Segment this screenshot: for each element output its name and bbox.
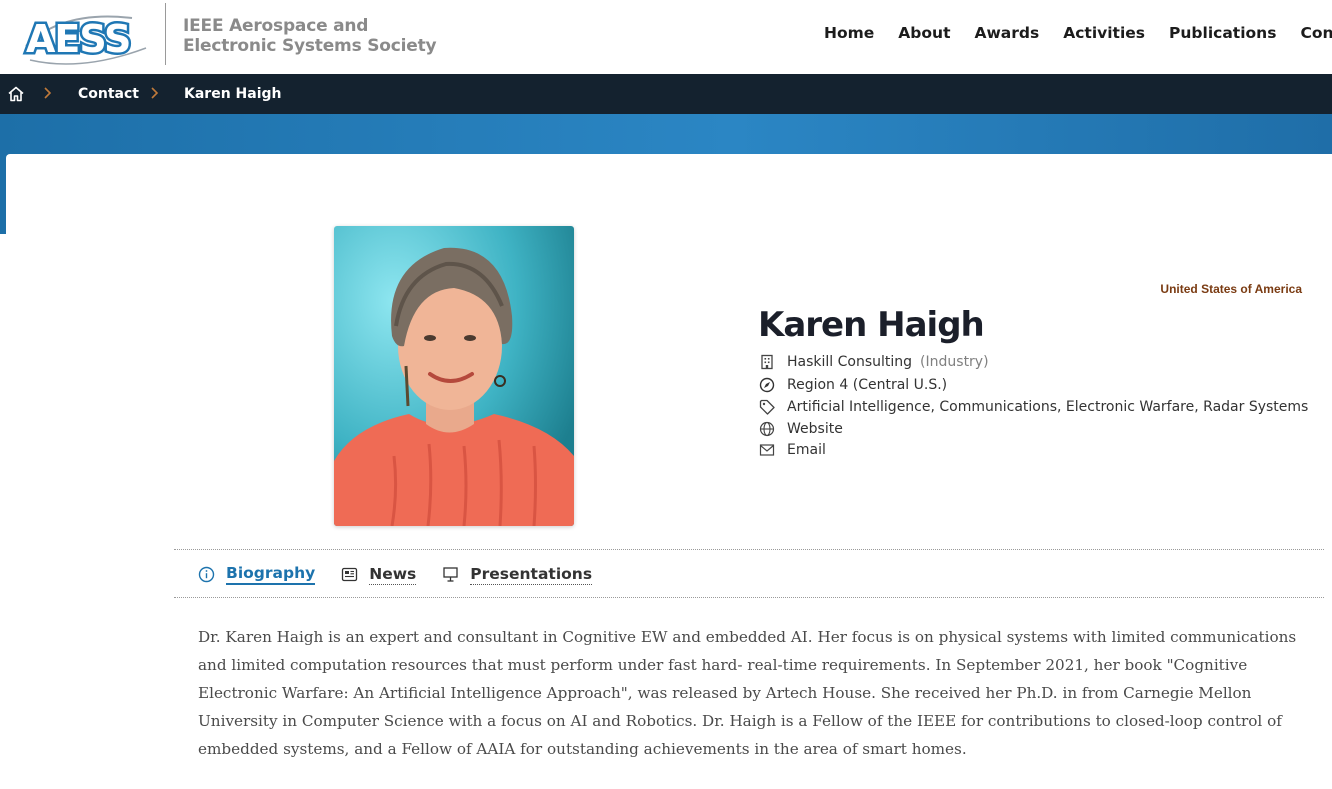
tab-biography[interactable]: Biography xyxy=(198,563,316,585)
region-row: Region 4 (Central U.S.) xyxy=(758,375,947,395)
nav-publications[interactable]: Publications xyxy=(1169,24,1276,42)
nav-activities[interactable]: Activities xyxy=(1063,24,1145,42)
presentation-icon xyxy=(442,565,460,583)
nav-awards[interactable]: Awards xyxy=(974,24,1039,42)
site-header: AESS AESS IEEE Aerospace and Electronic … xyxy=(0,0,1332,74)
website-link[interactable]: Website xyxy=(787,421,843,437)
tab-news-label: News xyxy=(369,564,417,585)
society-line-2: Electronic Systems Society xyxy=(183,36,437,56)
aess-logo[interactable]: AESS AESS xyxy=(22,8,154,68)
tab-presentations-label: Presentations xyxy=(470,564,593,585)
website-row: Website xyxy=(758,419,843,439)
profile-tabs: Biography News Presentations xyxy=(198,563,618,585)
logo-divider xyxy=(165,3,166,65)
tab-biography-label: Biography xyxy=(226,563,316,585)
email-row: Email xyxy=(758,440,826,460)
company-type: (Industry) xyxy=(920,354,989,370)
chevron-right-icon xyxy=(42,84,54,102)
topics-label: Artificial Intelligence, Communications,… xyxy=(787,399,1309,415)
company-row: Haskill Consulting (Industry) xyxy=(758,352,989,372)
home-icon[interactable] xyxy=(7,85,25,103)
tab-news[interactable]: News xyxy=(341,563,417,585)
main-nav: Home About Awards Activities Publication… xyxy=(824,24,1332,42)
society-name[interactable]: IEEE Aerospace and Electronic Systems So… xyxy=(183,16,443,56)
info-icon xyxy=(198,565,216,583)
compass-icon xyxy=(758,377,776,393)
globe-icon xyxy=(758,421,776,437)
breadcrumb: Contact Karen Haigh xyxy=(0,74,1332,114)
nav-about[interactable]: About xyxy=(898,24,950,42)
topics-row: Artificial Intelligence, Communications,… xyxy=(758,397,1308,417)
biography-text: Dr. Karen Haigh is an expert and consult… xyxy=(198,628,1297,758)
tab-presentations[interactable]: Presentations xyxy=(442,563,593,585)
chevron-right-icon xyxy=(149,84,161,102)
building-icon xyxy=(758,354,776,370)
divider-top xyxy=(174,549,1324,550)
profile-name: Karen Haigh xyxy=(758,305,985,345)
society-line-1: IEEE Aerospace and xyxy=(183,16,369,36)
newspaper-icon xyxy=(341,565,359,583)
profile-photo xyxy=(334,226,574,526)
divider-bottom xyxy=(174,597,1324,598)
region-label: Region 4 (Central U.S.) xyxy=(787,377,948,393)
tag-icon xyxy=(758,399,776,415)
mail-icon xyxy=(758,442,776,458)
breadcrumb-contact[interactable]: Contact xyxy=(78,86,139,102)
nav-conferences[interactable]: Confere xyxy=(1300,24,1332,42)
country-label: United States of America xyxy=(1160,282,1302,296)
nav-home[interactable]: Home xyxy=(824,24,874,42)
company-name: Haskill Consulting xyxy=(787,354,913,370)
email-link[interactable]: Email xyxy=(787,442,826,458)
logo-text-fill: AESS xyxy=(26,17,130,61)
breadcrumb-current: Karen Haigh xyxy=(184,86,282,102)
